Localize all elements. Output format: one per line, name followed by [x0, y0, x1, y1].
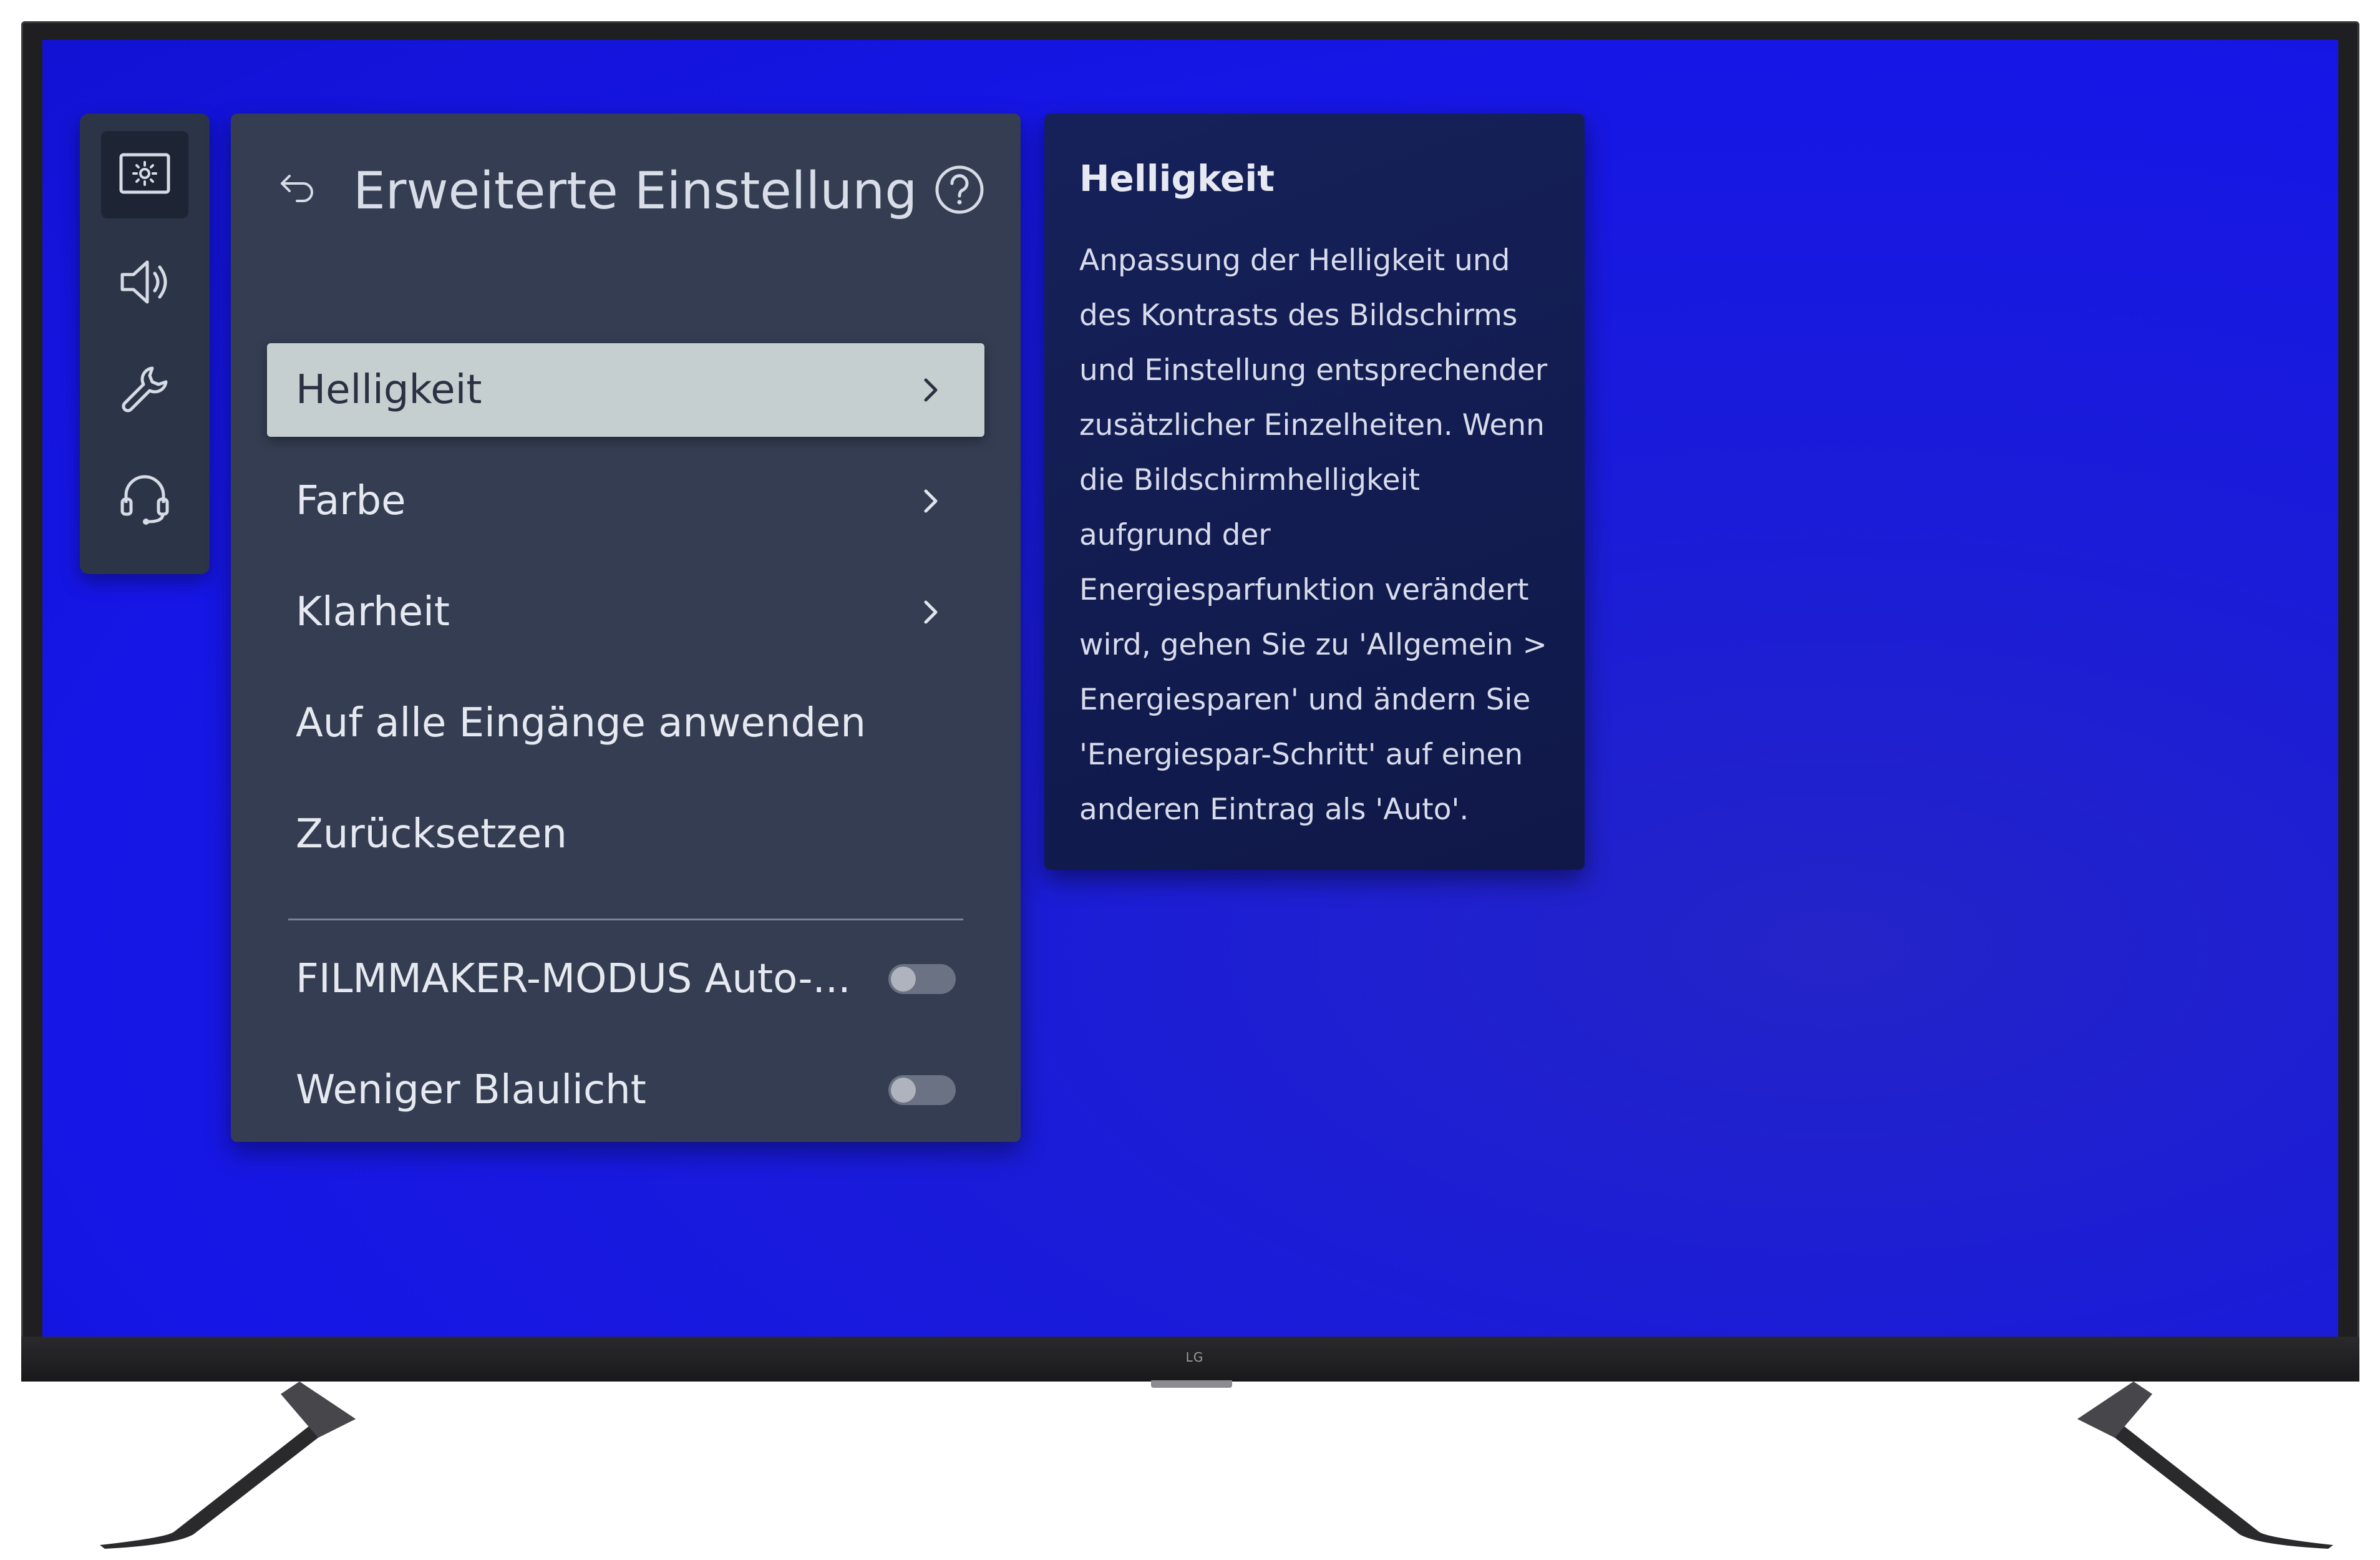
menu-divider [288, 919, 963, 920]
menu-item-farbe[interactable]: Farbe [267, 454, 984, 548]
logo-tab [1151, 1380, 1232, 1388]
back-arrow-icon[interactable] [276, 167, 319, 211]
tv-stand-left [100, 1382, 356, 1549]
menu-item-apply-all-inputs[interactable]: Auf alle Eingänge anwenden [267, 676, 984, 770]
menu-item-helligkeit[interactable]: Helligkeit [267, 343, 984, 437]
page-title: Erweiterte Einstellung [353, 162, 918, 221]
chevron-right-icon [924, 600, 938, 624]
tv-screen: Erweiterte Einstellung Helligkeit Farbe … [42, 40, 2338, 1337]
chevron-right-icon [924, 378, 938, 402]
menu-item-label: Klarheit [296, 589, 450, 635]
chevron-right-icon [924, 489, 938, 513]
filmmaker-mode-toggle[interactable] [888, 964, 956, 994]
headset-icon [120, 475, 169, 525]
toggle-knob [891, 967, 916, 992]
menu-item-label: Farbe [296, 478, 406, 524]
sidebar-item-picture[interactable] [101, 131, 188, 218]
picture-icon [119, 153, 170, 194]
speaker-icon [120, 260, 167, 304]
settings-sidebar [80, 114, 210, 574]
toggle-knob [891, 1078, 916, 1103]
toggle-label: Weniger Blaulicht [296, 1067, 646, 1113]
sidebar-item-support[interactable] [101, 453, 188, 540]
panel-header: Erweiterte Einstellung [231, 114, 1021, 276]
menu-item-less-blue-light[interactable]: Weniger Blaulicht [267, 1043, 984, 1137]
menu-item-label: Zurücksetzen [296, 811, 567, 857]
menu-item-label: Helligkeit [296, 367, 482, 413]
sidebar-item-general[interactable] [101, 346, 188, 433]
menu-item-reset[interactable]: Zurücksetzen [267, 787, 984, 881]
help-title: Helligkeit [1079, 157, 1275, 200]
help-description: Anpassung der Helligkeit und des Kontras… [1079, 243, 1548, 827]
tv-stand-right [2077, 1382, 2333, 1549]
blue-light-toggle[interactable] [888, 1075, 956, 1105]
wrench-icon [122, 366, 168, 412]
menu-item-klarheit[interactable]: Klarheit [267, 565, 984, 659]
brand-logo: LG [1185, 1350, 1204, 1365]
advanced-settings-panel: Erweiterte Einstellung Helligkeit Farbe … [231, 114, 1021, 1142]
toggle-label: FILMMAKER-MODUS Auto-... [296, 956, 851, 1002]
help-description-panel: Helligkeit Anpassung der Helligkeit und … [1044, 114, 1585, 870]
menu-item-filmmaker-mode[interactable]: FILMMAKER-MODUS Auto-... [267, 932, 984, 1026]
question-icon[interactable] [933, 163, 986, 216]
sidebar-item-sound[interactable] [101, 238, 188, 326]
menu-item-label: Auf alle Eingänge anwenden [296, 700, 866, 746]
